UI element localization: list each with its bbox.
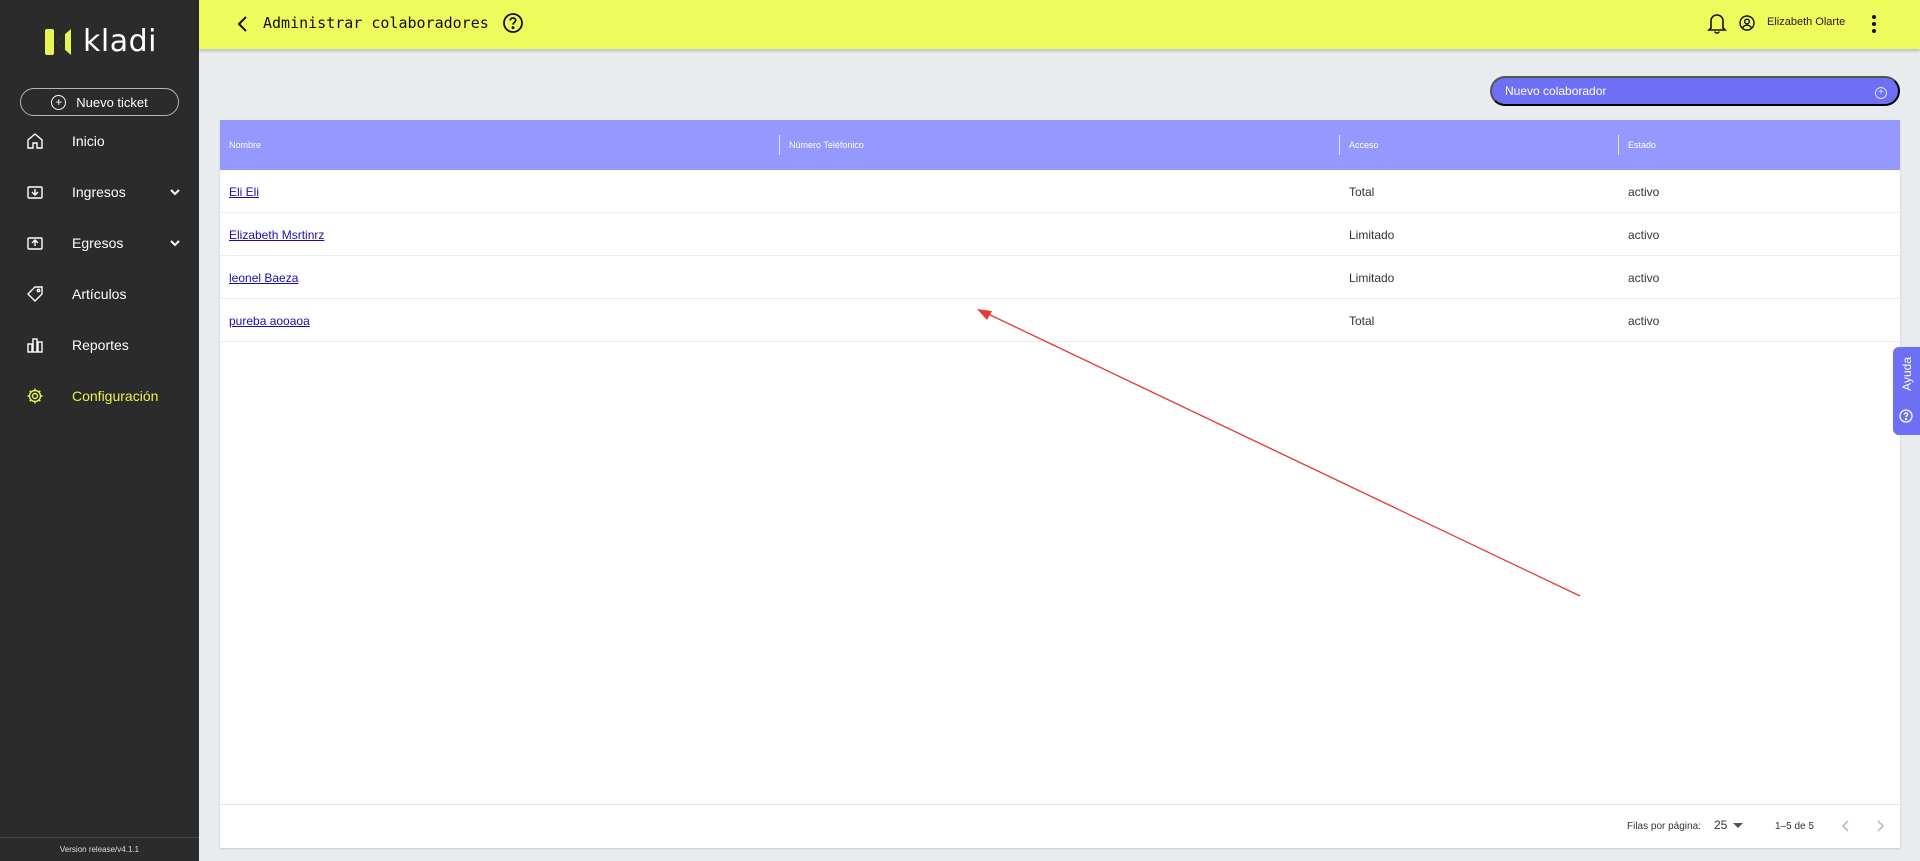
cell-telefono: [780, 299, 1340, 342]
sidebar: kladi + Nuevo ticket Inicio Ingresos Egr…: [0, 0, 199, 861]
expense-icon: [27, 237, 43, 250]
new-ticket-label: Nuevo ticket: [76, 94, 148, 110]
help-circle-icon: [1899, 409, 1913, 423]
cell-telefono: [780, 213, 1340, 256]
back-arrow-icon[interactable]: [233, 14, 253, 34]
column-header-estado[interactable]: Estado: [1619, 120, 1900, 170]
sidebar-item-label: Ingresos: [72, 184, 126, 200]
cell-nombre: leonel Baeza: [220, 256, 780, 299]
cell-telefono: [780, 256, 1340, 299]
collaborator-link[interactable]: Eli Eli: [229, 185, 259, 199]
column-header-telefono[interactable]: Número Teléfonico: [780, 120, 1340, 170]
collaborators-table: Nombre Número Teléfonico Acceso Estado E…: [220, 120, 1900, 848]
user-name[interactable]: Elizabeth Olarte: [1767, 16, 1845, 28]
cell-acceso: Total: [1349, 313, 1375, 328]
kladi-logo[interactable]: kladi: [43, 24, 157, 59]
chevron-down-icon: [170, 189, 180, 196]
cell-nombre: Elizabeth Msrtinrz: [220, 213, 780, 256]
sidebar-item-ingresos[interactable]: Ingresos: [0, 172, 199, 212]
rows-per-page-label: Filas por página:: [1627, 821, 1701, 832]
sidebar-item-label: Artículos: [72, 286, 127, 302]
sidebar-item-reportes[interactable]: Reportes: [0, 325, 199, 365]
dropdown-arrow-icon: [1733, 822, 1744, 828]
sidebar-item-articulos[interactable]: Artículos: [0, 274, 199, 314]
cell-estado: activo: [1628, 313, 1660, 328]
gear-icon: [27, 388, 43, 404]
sidebar-item-inicio[interactable]: Inicio: [0, 121, 199, 161]
help-tab-label: Ayuda: [1900, 357, 1914, 391]
new-collaborator-label: Nuevo colaborador: [1505, 84, 1607, 98]
table-row: leonel Baeza Limitado activo: [220, 256, 1900, 299]
cell-estado: activo: [1628, 227, 1660, 242]
column-header-nombre[interactable]: Nombre: [220, 120, 780, 170]
previous-page-icon[interactable]: [1837, 817, 1855, 835]
cell-acceso: Limitado: [1349, 227, 1395, 242]
collaborator-link[interactable]: Elizabeth Msrtinrz: [229, 228, 324, 242]
cell-telefono: [780, 170, 1340, 213]
sidebar-item-label: Configuración: [72, 388, 159, 404]
help-side-tab[interactable]: Ayuda: [1893, 347, 1920, 435]
pagination-range: 1–5 de 5: [1775, 821, 1814, 832]
chart-icon: [27, 338, 43, 353]
rows-per-page-value: 25: [1714, 818, 1728, 832]
new-collaborator-button[interactable]: Nuevo colaborador +: [1490, 76, 1900, 106]
cell-acceso: Total: [1349, 184, 1375, 199]
logo-text: kladi: [83, 24, 157, 59]
kladi-logo-icon: [45, 28, 71, 55]
plus-circle-icon: +: [1875, 87, 1887, 99]
more-options-icon[interactable]: [1871, 13, 1877, 35]
collaborator-link[interactable]: leonel Baeza: [229, 271, 298, 285]
sidebar-item-egresos[interactable]: Egresos: [0, 223, 199, 263]
tag-icon: [27, 286, 43, 302]
new-ticket-button[interactable]: + Nuevo ticket: [20, 88, 179, 116]
income-icon: [27, 186, 43, 199]
cell-acceso: Limitado: [1349, 270, 1395, 285]
sidebar-item-label: Inicio: [72, 133, 105, 149]
collaborator-link[interactable]: pureba aooaoa: [229, 314, 310, 328]
version-label: Version release/v4.1.1: [0, 837, 199, 861]
sidebar-item-configuracion[interactable]: Configuración: [0, 376, 199, 416]
table-row: Eli Eli Total activo: [220, 170, 1900, 213]
home-icon: [27, 133, 43, 149]
table-row: pureba aooaoa Total activo: [220, 299, 1900, 342]
top-bar: Administrar colaboradores Elizabeth Olar…: [199, 0, 1920, 49]
table-pagination: Filas por página: 25 1–5 de 5: [220, 804, 1900, 848]
rows-per-page-select[interactable]: 25: [1714, 818, 1744, 832]
cell-nombre: Eli Eli: [220, 170, 780, 213]
chevron-down-icon: [170, 240, 180, 247]
cell-nombre: pureba aooaoa: [220, 299, 780, 342]
notification-bell-icon[interactable]: [1707, 12, 1727, 34]
next-page-icon[interactable]: [1871, 817, 1889, 835]
table-header: Nombre Número Teléfonico Acceso Estado: [220, 120, 1900, 170]
sidebar-item-label: Reportes: [72, 337, 129, 353]
column-header-acceso[interactable]: Acceso: [1340, 120, 1619, 170]
table-row: Elizabeth Msrtinrz Limitado activo: [220, 213, 1900, 256]
help-circle-icon[interactable]: [502, 12, 524, 34]
cell-estado: activo: [1628, 184, 1660, 199]
page-title: Administrar colaboradores: [263, 14, 489, 32]
sidebar-item-label: Egresos: [72, 235, 124, 251]
cell-estado: activo: [1628, 270, 1660, 285]
user-account-icon[interactable]: [1739, 15, 1755, 31]
plus-circle-icon: +: [51, 94, 67, 110]
